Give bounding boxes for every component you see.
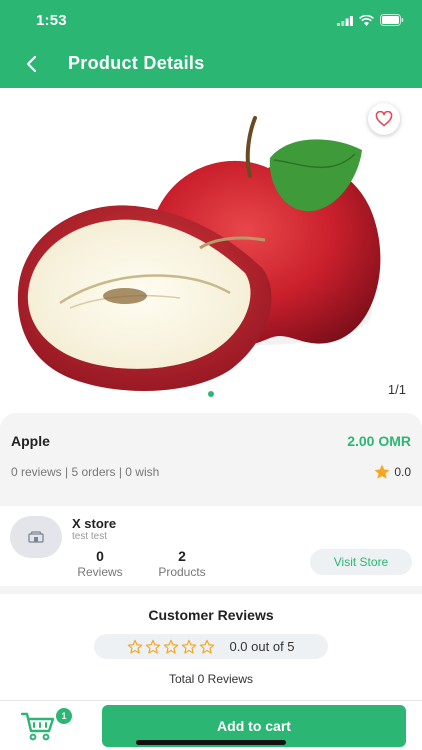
battery-icon — [380, 14, 404, 26]
product-stats: 0 reviews | 5 orders | 0 wish — [11, 465, 160, 479]
store-reviews-label: Reviews — [77, 565, 123, 579]
wifi-icon — [359, 14, 374, 26]
store-products-count: 2 — [178, 548, 186, 564]
customer-reviews-section: Customer Reviews 0.0 out of 5 Total 0 Re… — [0, 594, 422, 704]
store-products-stat: 2 Products — [151, 548, 213, 579]
chevron-left-icon — [26, 55, 37, 73]
product-info-card: Apple 2.00 OMR 0 reviews | 5 orders | 0 … — [0, 413, 422, 506]
star-icon — [374, 464, 390, 479]
product-image — [17, 116, 381, 391]
store-reviews-stat: 0 Reviews — [72, 548, 128, 579]
review-star-icon — [128, 639, 143, 654]
product-rating-value: 0.0 — [394, 465, 411, 479]
review-stars — [127, 639, 215, 655]
cart-badge: 1 — [56, 708, 72, 724]
product-image-gallery[interactable]: 1/1 — [0, 88, 422, 408]
product-rating: 0.0 — [373, 463, 411, 481]
review-star-icon — [182, 639, 197, 654]
product-name: Apple — [11, 433, 50, 449]
store-avatar[interactable] — [10, 516, 62, 558]
back-button[interactable] — [18, 50, 46, 78]
product-details-screen: 1:53 Product Details 1/1 Apple 2.00 OMR … — [0, 0, 422, 750]
store-products-label: Products — [158, 565, 206, 579]
reviews-score: 0.0 out of 5 — [229, 639, 295, 654]
customer-reviews-title: Customer Reviews — [148, 607, 274, 623]
review-star-icon — [200, 639, 215, 654]
product-price: 2.00 OMR — [347, 433, 411, 449]
app-header: 1:53 Product Details — [0, 0, 422, 88]
status-time: 1:53 — [36, 12, 67, 29]
status-icons — [337, 14, 404, 26]
store-name[interactable]: X store — [72, 516, 116, 531]
page-title: Product Details — [68, 53, 205, 73]
cart-icon — [20, 712, 55, 741]
home-indicator — [136, 740, 286, 745]
gallery-pagination — [0, 391, 422, 397]
section-divider — [0, 586, 422, 594]
signal-icon — [337, 15, 353, 26]
visit-store-button[interactable]: Visit Store — [310, 549, 412, 575]
store-icon — [28, 531, 44, 543]
review-star-icon — [164, 639, 179, 654]
reviews-total[interactable]: Total 0 Reviews — [0, 672, 422, 686]
store-reviews-count: 0 — [96, 548, 104, 564]
store-card: X store test test 0 Reviews 2 Products V… — [0, 506, 422, 586]
favorite-button[interactable] — [368, 103, 400, 135]
review-star-icon — [146, 639, 161, 654]
pagination-dot[interactable] — [208, 391, 214, 397]
store-subtitle: test test — [72, 531, 108, 542]
reviews-summary: 0.0 out of 5 — [94, 634, 328, 659]
cart-button[interactable]: 1 — [16, 708, 72, 744]
heart-icon — [375, 111, 393, 127]
